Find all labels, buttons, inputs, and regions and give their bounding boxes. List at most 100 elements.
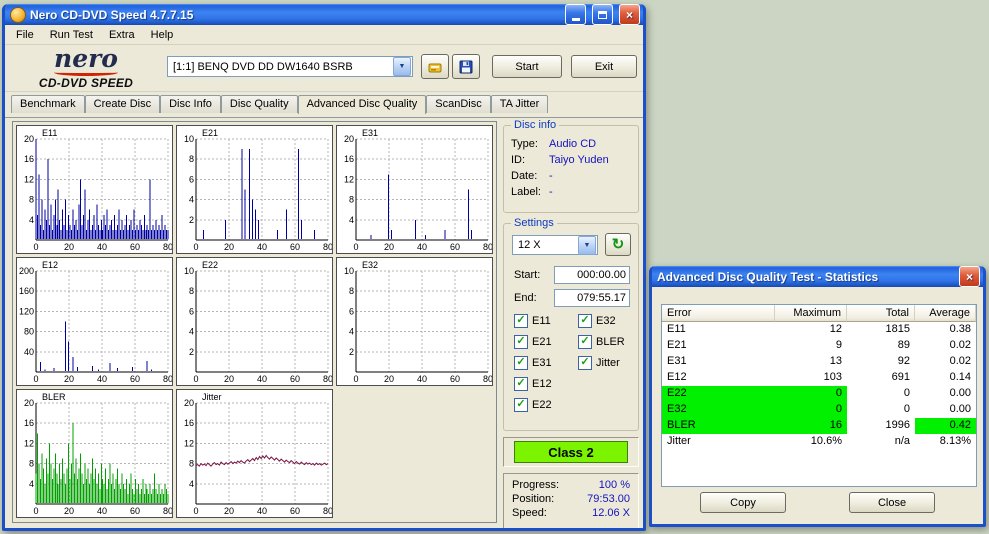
- stats-row-e12[interactable]: E121036910.14: [662, 370, 976, 386]
- svg-text:E22: E22: [202, 260, 218, 270]
- menu-help[interactable]: Help: [143, 27, 182, 43]
- end-time-field[interactable]: [554, 289, 630, 307]
- disc-info-row: Label:-: [504, 184, 638, 200]
- maximize-button[interactable]: [592, 4, 613, 25]
- checkbox-box: ✓: [578, 335, 592, 349]
- svg-text:0: 0: [33, 242, 38, 252]
- disc-info-value: Audio CD: [549, 138, 596, 150]
- checkbox-e32[interactable]: ✓E32: [578, 314, 616, 328]
- minimize-button[interactable]: [565, 4, 586, 25]
- progress-row: Speed:12.06 X: [504, 506, 638, 520]
- checkbox-e21[interactable]: ✓ E21: [514, 335, 552, 349]
- chevron-down-icon[interactable]: ▼: [393, 57, 411, 76]
- exit-button[interactable]: Exit: [571, 55, 637, 78]
- tab-benchmark[interactable]: Benchmark: [11, 95, 85, 113]
- progress-rows: Progress:100 %Position:79:53.00Speed:12.…: [504, 478, 638, 520]
- checkbox-e12[interactable]: ✓E12: [514, 377, 552, 391]
- menu-extra[interactable]: Extra: [101, 27, 143, 43]
- save-button[interactable]: [452, 54, 480, 79]
- speed-select-combo[interactable]: 12 X ▼: [512, 235, 598, 255]
- stats-row-e11[interactable]: E111218150.38: [662, 322, 976, 338]
- tab-disc-quality[interactable]: Disc Quality: [221, 95, 298, 113]
- svg-text:60: 60: [290, 374, 300, 384]
- close-button[interactable]: ×: [619, 4, 640, 25]
- stats-row-e21[interactable]: E219890.02: [662, 338, 976, 354]
- drive-select-combo[interactable]: [1:1] BENQ DVD DD DW1640 BSRB ▼: [167, 56, 413, 77]
- main-titlebar[interactable]: Nero CD-DVD Speed 4.7.7.15 ×: [5, 4, 643, 25]
- statistics-titlebar[interactable]: Advanced Disc Quality Test - Statistics …: [652, 266, 983, 287]
- tab-scandisc[interactable]: ScanDisc: [426, 95, 490, 113]
- stats-col-average[interactable]: Average: [915, 305, 976, 322]
- svg-text:E12: E12: [42, 260, 58, 270]
- checkbox-box: ✓: [514, 356, 528, 370]
- nero-wordmark: nero: [11, 46, 161, 71]
- menu-run-test[interactable]: Run Test: [42, 27, 101, 43]
- checkbox-box: ✓: [514, 335, 528, 349]
- maximize-icon: [598, 11, 607, 19]
- stats-cell-average: 0.00: [915, 386, 976, 402]
- checkbox-label: E12: [532, 378, 552, 390]
- quality-class-button[interactable]: Class 2: [514, 441, 628, 463]
- chart-e11: 48121620020406080E11: [16, 125, 173, 254]
- eject-tray-button[interactable]: [421, 54, 449, 79]
- svg-text:12: 12: [24, 438, 34, 448]
- start-button[interactable]: Start: [492, 55, 562, 78]
- statistics-close-button[interactable]: ×: [959, 266, 980, 287]
- floppy-save-icon: [458, 59, 474, 75]
- tab-create-disc[interactable]: Create Disc: [85, 95, 160, 113]
- stats-col-total[interactable]: Total: [847, 305, 915, 322]
- svg-text:12: 12: [184, 438, 194, 448]
- progress-value: 79:53.00: [587, 493, 630, 505]
- stats-cell-average: 0.02: [915, 338, 976, 354]
- tab-advanced-disc-quality[interactable]: Advanced Disc Quality: [298, 95, 427, 114]
- desktop: Nero CD-DVD Speed 4.7.7.15 × FileRun Tes…: [0, 0, 989, 534]
- stats-col-error[interactable]: Error: [662, 305, 775, 322]
- start-time-field[interactable]: [554, 266, 630, 284]
- svg-text:60: 60: [290, 242, 300, 252]
- checkbox-e31[interactable]: ✓E31: [514, 356, 552, 370]
- chart-e12: 4080120160200020406080E12: [16, 257, 173, 386]
- svg-text:4: 4: [29, 215, 34, 225]
- checkbox-e22[interactable]: ✓E22: [514, 398, 552, 412]
- svg-text:40: 40: [97, 374, 107, 384]
- svg-text:0: 0: [193, 506, 198, 516]
- end-time-label: End:: [514, 292, 537, 304]
- stats-cell-total: 92: [847, 354, 915, 370]
- statistics-rows: E111218150.38E219890.02E3113920.02E12103…: [662, 322, 976, 450]
- copy-button[interactable]: Copy: [700, 492, 786, 513]
- checkbox-e11[interactable]: ✓E11: [514, 314, 551, 328]
- tab-disc-info[interactable]: Disc Info: [160, 95, 221, 113]
- stats-row-e22[interactable]: E22000.00: [662, 386, 976, 402]
- stats-row-bler[interactable]: BLER1619960.42: [662, 418, 976, 434]
- checkbox-label: Jitter: [596, 357, 620, 369]
- stats-row-jitter[interactable]: Jitter10.6%n/a8.13%: [662, 434, 976, 450]
- chevron-down-icon[interactable]: ▼: [578, 236, 596, 255]
- checkbox-bler[interactable]: ✓ BLER: [578, 335, 625, 349]
- stats-row-e32[interactable]: E32000.00: [662, 402, 976, 418]
- svg-text:8: 8: [189, 459, 194, 469]
- tab-ta-jitter[interactable]: TA Jitter: [491, 95, 549, 113]
- svg-text:20: 20: [24, 398, 34, 408]
- stats-col-maximum[interactable]: Maximum: [775, 305, 847, 322]
- menu-file[interactable]: File: [8, 27, 42, 43]
- svg-text:4: 4: [189, 327, 194, 337]
- speed-combo-value: 12 X: [513, 239, 578, 251]
- progress-row: Progress:100 %: [504, 478, 638, 492]
- checkbox-label: E21: [532, 336, 552, 348]
- svg-text:0: 0: [353, 374, 358, 384]
- checkbox-label: BLER: [596, 336, 625, 348]
- svg-text:2: 2: [189, 347, 194, 357]
- svg-text:10: 10: [184, 134, 194, 144]
- disc-info-rows: Type:Audio CDID:Taiyo YudenDate:-Label:-: [504, 126, 638, 200]
- statistics-close-dialog-button[interactable]: Close: [849, 492, 935, 513]
- checkbox-jitter[interactable]: ✓ Jitter: [578, 356, 620, 370]
- checkbox-label: E11: [532, 315, 551, 327]
- svg-text:40: 40: [257, 242, 267, 252]
- advanced-disc-quality-pane: 48121620020406080E11246810020406080E2148…: [5, 118, 643, 528]
- side-panel: Disc info Type:Audio CDID:Taiyo YudenDat…: [503, 121, 641, 528]
- svg-text:80: 80: [323, 242, 332, 252]
- check-icon: ✓: [580, 357, 589, 368]
- refresh-button[interactable]: ↻: [605, 233, 631, 256]
- stats-row-e31[interactable]: E3113920.02: [662, 354, 976, 370]
- disc-info-row: Type:Audio CD: [504, 136, 638, 152]
